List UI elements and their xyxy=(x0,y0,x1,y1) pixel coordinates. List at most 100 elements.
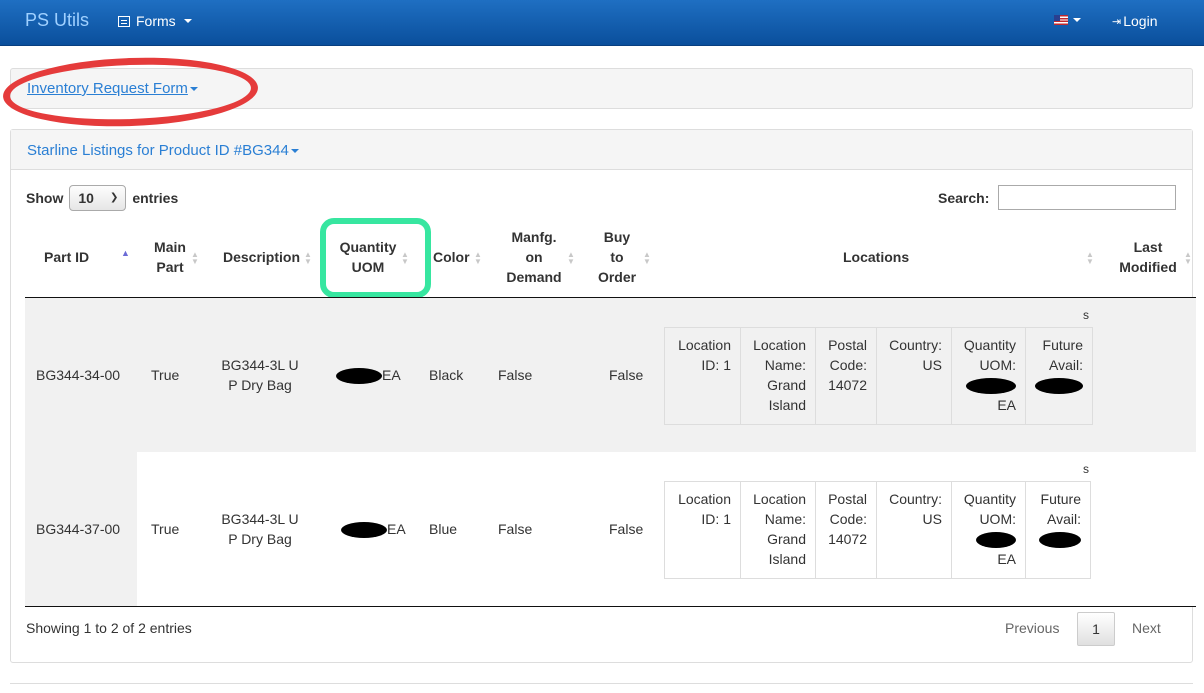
entries-length-control: Show 10 ❯ entries xyxy=(26,185,178,211)
sort-both-icon: ▲ ▼ xyxy=(1184,250,1192,266)
location-id-cell: Location ID: 1 xyxy=(664,327,741,425)
quantity-uom-cell: Quantity UOM: EA xyxy=(951,481,1026,579)
forms-menu[interactable]: Forms xyxy=(118,13,192,29)
entries-label: entries xyxy=(132,190,179,206)
next-page-button[interactable]: Next xyxy=(1120,612,1173,646)
location-id-cell: Location ID: 1 xyxy=(664,481,741,579)
us-flag-icon xyxy=(1054,15,1068,25)
buy-header-line2: to xyxy=(610,249,624,265)
caret-down-icon xyxy=(183,19,192,23)
location-name-cell: Location Name: Grand Island xyxy=(740,327,816,425)
column-header-locations[interactable]: Locations xyxy=(843,247,909,267)
green-box-annotation xyxy=(320,218,431,298)
location-table: Location ID: 1 Location Name: Grand Island P… xyxy=(664,481,1091,579)
top-navbar: PS Utils Forms ⇥ Login xyxy=(0,0,1204,46)
caret-down-icon xyxy=(290,149,299,154)
sign-in-icon: ⇥ xyxy=(1112,15,1122,28)
row-main-part: True xyxy=(151,367,180,383)
row-buy-to-order: False xyxy=(609,521,644,537)
description-line2: P Dry Bag xyxy=(228,531,292,547)
row-quantity-uom: EA xyxy=(341,519,406,539)
sort-both-icon: ▲ ▼ xyxy=(474,250,482,266)
description-header-label: Description xyxy=(223,249,301,265)
starline-listings-toggle[interactable]: Starline Listings for Product ID #BG344 xyxy=(27,142,299,159)
column-header-part-id[interactable]: Part ID xyxy=(44,247,89,267)
column-header-color[interactable]: Color xyxy=(433,247,470,267)
show-label: Show xyxy=(26,190,64,206)
starline-listings-label: Starline Listings for Product ID #BG344 xyxy=(27,142,289,159)
postal-code-cell: Postal Code: 14072 xyxy=(815,327,877,425)
row-part-id: BG344-34-00 xyxy=(36,367,121,383)
search-label: Search: xyxy=(938,190,990,206)
redaction-mark xyxy=(966,378,1016,395)
last-modified-header-line2: Modified xyxy=(1119,259,1177,275)
sort-both-icon: ▲ ▼ xyxy=(1086,250,1094,266)
manfg-header-line3: Demand xyxy=(506,269,562,285)
forms-menu-label: Forms xyxy=(136,13,176,29)
red-circle-annotation xyxy=(1,53,260,131)
quantity-uom-value: EA xyxy=(387,521,406,537)
row-description: BG344-3L U P Dry Bag xyxy=(215,355,305,395)
country-cell: Country: US xyxy=(876,327,952,425)
sort-ascending-icon: ▲ xyxy=(121,248,130,258)
caret-down-icon xyxy=(1073,18,1081,22)
list-alt-icon xyxy=(118,15,130,27)
quantity-uom-value: EA xyxy=(382,367,401,383)
postal-code-cell: Postal Code: 14072 xyxy=(815,481,877,579)
row-s-marker: s xyxy=(1083,462,1089,476)
future-avail-cell: Future Avail: xyxy=(1025,481,1091,579)
manfg-header-line2: on xyxy=(525,249,543,265)
search-input[interactable] xyxy=(998,185,1176,210)
manfg-header-line1: Manfg. xyxy=(511,229,557,245)
login-label: Login xyxy=(1123,13,1158,29)
part-id-header-label: Part ID xyxy=(44,249,90,265)
column-header-buy-to-order[interactable]: Buy to Order xyxy=(595,227,639,287)
page-1-button[interactable]: 1 xyxy=(1077,612,1115,646)
entries-per-page-select[interactable]: 10 ❯ xyxy=(69,185,127,211)
row-part-id: BG344-37-00 xyxy=(36,521,121,537)
panel-heading: Starline Listings for Product ID #BG344 xyxy=(11,130,1192,170)
country-cell: Country: US xyxy=(876,481,952,579)
description-line1: BG344-3L U xyxy=(221,511,299,527)
row-main-part: True xyxy=(151,521,180,537)
row-quantity-uom: EA xyxy=(336,365,401,385)
future-avail-cell: Future Avail: xyxy=(1025,327,1093,425)
row-s-marker: s xyxy=(1083,308,1089,322)
buy-header-line1: Buy xyxy=(603,229,631,245)
sort-both-icon: ▲ ▼ xyxy=(643,250,651,266)
color-header-label: Color xyxy=(433,249,470,265)
column-header-last-modified[interactable]: Last Modified xyxy=(1115,237,1181,277)
column-header-description[interactable]: Description xyxy=(223,247,300,267)
bottom-panel-edge xyxy=(10,683,1193,693)
main-part-header-line2: Part xyxy=(156,259,184,275)
redaction-mark xyxy=(336,368,382,385)
previous-page-button[interactable]: Previous xyxy=(993,612,1071,646)
row-description: BG344-3L U P Dry Bag xyxy=(215,509,305,549)
chevron-down-icon: ❯ xyxy=(109,192,119,203)
row-color: Black xyxy=(429,367,464,383)
column-header-manfg-on-demand[interactable]: Manfg. on Demand xyxy=(500,227,568,287)
entries-per-page-value: 10 xyxy=(78,190,94,206)
redaction-mark xyxy=(1039,532,1081,549)
login-link[interactable]: ⇥ Login xyxy=(1112,13,1157,29)
row-manfg: False xyxy=(498,367,533,383)
language-menu[interactable] xyxy=(1054,15,1081,25)
redaction-mark xyxy=(341,522,387,539)
description-line1: BG344-3L U xyxy=(221,357,299,373)
sort-both-icon: ▲ ▼ xyxy=(567,250,575,266)
last-modified-header-line1: Last xyxy=(1133,239,1163,255)
redaction-mark xyxy=(1035,378,1083,395)
main-part-header-line1: Main xyxy=(154,239,186,255)
table-footer-divider xyxy=(25,606,1196,607)
row-manfg: False xyxy=(498,521,533,537)
brand-link[interactable]: PS Utils xyxy=(25,10,89,31)
sort-both-icon: ▲ ▼ xyxy=(304,250,312,266)
column-header-main-part[interactable]: Main Part xyxy=(150,237,190,277)
buy-header-line3: Order xyxy=(597,269,637,285)
table-info: Showing 1 to 2 of 2 entries xyxy=(26,620,192,636)
sort-both-icon: ▲ ▼ xyxy=(191,250,199,266)
location-table: Location ID: 1 Location Name: Grand Island P… xyxy=(664,327,1093,425)
description-line2: P Dry Bag xyxy=(228,377,292,393)
locations-header-label: Locations xyxy=(843,249,910,265)
redaction-mark xyxy=(976,532,1016,549)
